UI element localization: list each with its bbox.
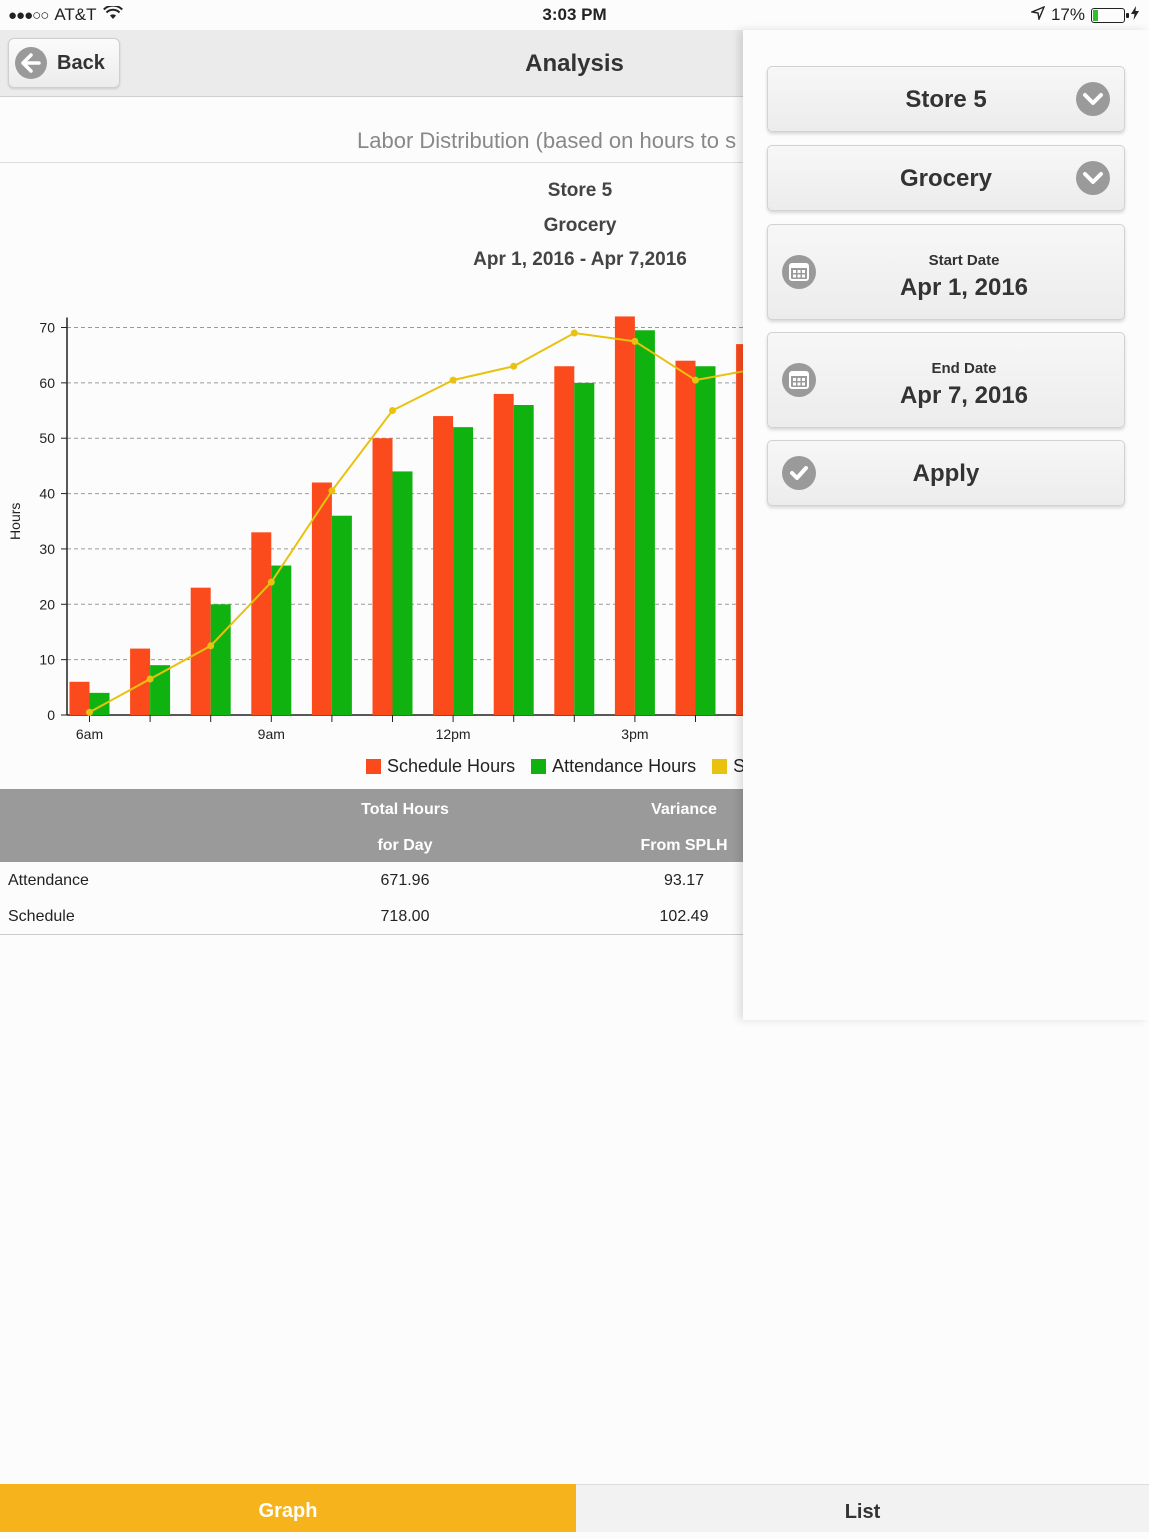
bar-schedule — [614, 316, 635, 715]
legend-item-attendance: Attendance Hours — [531, 756, 696, 777]
table-header: Total Hours for Day Variance From SPLH — [0, 789, 743, 862]
chart-store-title: Store 5 — [547, 180, 613, 201]
bar-schedule — [675, 360, 696, 715]
x-tick-label: 6am — [76, 726, 103, 742]
line-point — [692, 376, 699, 384]
bar-attendance — [513, 405, 534, 715]
x-tick-label: 9am — [258, 726, 285, 742]
header-total-line1: Total Hours — [361, 801, 449, 818]
legend-label: Schedule Hours — [387, 756, 516, 776]
legend-label: Attendance Hours — [552, 756, 697, 776]
line-point — [510, 362, 518, 370]
row-label: Attendance — [8, 872, 89, 889]
tab-graph[interactable]: Graph — [0, 1484, 576, 1532]
line-point — [631, 337, 639, 345]
tab-list[interactable]: List — [576, 1484, 1149, 1532]
start-date-label: Start Date — [928, 252, 1000, 269]
chevron-down-icon — [1076, 82, 1110, 116]
row-total: 718.00 — [380, 908, 430, 925]
table-row: Schedule 718.00 102.49 — [0, 898, 743, 934]
bar-attendance — [392, 471, 413, 715]
bar-attendance — [574, 382, 595, 715]
row-total: 671.96 — [380, 872, 430, 889]
labor-chart: 0 10 20 30 40 50 60 70 Hours 6am 9am 12pm 3pm — [7, 316, 743, 742]
bar-schedule — [433, 416, 454, 715]
chart-legend: Schedule Hours Attendance Hours S — [366, 756, 761, 777]
table-row: Attendance 671.96 93.17 — [0, 862, 743, 898]
bar-schedule — [372, 438, 393, 715]
line-point — [267, 578, 275, 586]
legend-swatch — [712, 759, 728, 774]
legend-item-schedule: Schedule Hours — [366, 756, 515, 777]
bar-attendance — [453, 427, 474, 715]
apply-label: Apply — [912, 460, 980, 487]
hours-table: Total Hours for Day Variance From SPLH A… — [0, 789, 743, 934]
battery-icon — [1091, 7, 1129, 23]
chevron-down-icon — [1076, 161, 1110, 195]
chart-department-title: Grocery — [543, 215, 617, 236]
bar-schedule — [251, 532, 272, 715]
end-date-picker[interactable]: End Date Apr 7, 2016 — [767, 332, 1125, 428]
bar-schedule — [69, 681, 90, 715]
line-point — [146, 675, 154, 683]
y-tick-label: 0 — [47, 707, 55, 723]
status-time: 3:03 PM — [542, 5, 607, 24]
department-select[interactable]: Grocery — [767, 145, 1125, 211]
store-select-value: Store 5 — [905, 86, 987, 113]
y-axis-label: Hours — [7, 503, 23, 540]
department-select-value: Grocery — [899, 165, 993, 192]
legend-swatch — [531, 759, 547, 774]
bar-attendance — [271, 565, 292, 715]
bar-attendance — [331, 515, 352, 715]
line-point — [328, 487, 336, 495]
legend-item-splh: S — [712, 756, 745, 777]
chart-date-range: Apr 1, 2016 - Apr 7,2016 — [473, 249, 687, 270]
location-icon — [1029, 5, 1046, 25]
charging-icon — [1131, 5, 1139, 25]
status-right: 17% — [1029, 5, 1139, 25]
start-date-value: Apr 1, 2016 — [899, 274, 1029, 301]
end-date-value: Apr 7, 2016 — [899, 382, 1029, 409]
legend-swatch — [366, 759, 381, 774]
bar-schedule — [493, 393, 514, 715]
x-tick-label: 3pm — [621, 726, 648, 742]
store-select[interactable]: Store 5 — [767, 66, 1125, 132]
x-tick-label: 12pm — [436, 726, 471, 742]
y-tick-label: 50 — [39, 430, 55, 446]
line-point — [570, 329, 578, 337]
battery-percent: 17% — [1050, 5, 1085, 24]
bar-attendance — [634, 330, 655, 715]
row-variance: 93.17 — [663, 872, 705, 889]
bar-schedule — [554, 366, 575, 715]
subtitle-text: Labor Distribution (based on hours to s — [357, 128, 737, 153]
status-bar: ●●●○○ AT&T 3:03 PM 17% — [0, 0, 1149, 30]
line-point — [449, 376, 457, 384]
start-date-picker[interactable]: Start Date Apr 1, 2016 — [767, 224, 1125, 320]
bar-attendance — [695, 366, 716, 715]
line-point — [389, 407, 396, 415]
bar-attendance — [210, 604, 231, 715]
bar-schedule — [736, 344, 743, 715]
y-tick-label: 10 — [39, 652, 55, 668]
header-total-line2: for Day — [377, 837, 433, 854]
y-tick-label: 40 — [39, 486, 55, 502]
y-tick-label: 70 — [39, 320, 55, 336]
y-tick-label: 60 — [39, 375, 55, 391]
row-variance: 102.49 — [659, 908, 709, 925]
row-label: Schedule — [8, 908, 75, 925]
end-date-label: End Date — [931, 360, 997, 377]
filter-panel: Store 5 Grocery Start Date Apr 1, 2016 E… — [743, 30, 1149, 1020]
header-variance-line1: Variance — [651, 801, 717, 818]
y-tick-label: 20 — [39, 596, 55, 612]
apply-button[interactable]: Apply — [767, 440, 1125, 506]
line-point — [207, 642, 215, 650]
table-divider — [0, 934, 743, 935]
header-variance-line2: From SPLH — [640, 837, 728, 854]
line-point — [86, 708, 93, 716]
y-tick-label: 30 — [39, 541, 55, 557]
